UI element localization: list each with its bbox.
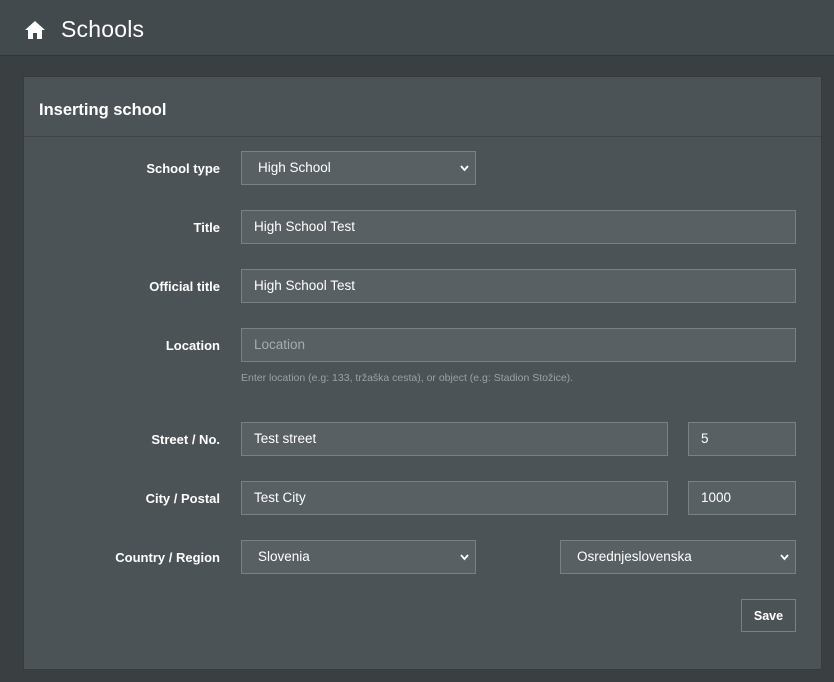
location-label: Location — [165, 338, 220, 353]
page-title: Schools — [61, 16, 145, 42]
insert-school-panel: Inserting school School type High School… — [23, 76, 822, 670]
country-label: Country / Region — [115, 550, 220, 565]
chevron-down-icon — [460, 165, 469, 172]
title-label: Title — [193, 220, 221, 235]
title-input[interactable]: High School Test — [241, 210, 796, 244]
location-help-text: Enter location (e.g: 133, tržaška cesta)… — [241, 372, 574, 384]
save-button[interactable]: Save — [741, 599, 796, 632]
panel-header: Inserting school — [24, 77, 821, 137]
country-value: Slovenia — [258, 549, 310, 564]
school-type-label: School type — [146, 161, 220, 176]
panel-title: Inserting school — [39, 101, 167, 119]
school-type-value: High School — [258, 160, 331, 175]
chevron-down-icon — [460, 554, 469, 561]
region-value: Osrednjeslovenska — [577, 549, 692, 564]
top-bar: Schools — [0, 0, 834, 56]
location-input[interactable]: Location — [241, 328, 796, 362]
street-input[interactable]: Test street — [241, 422, 668, 456]
street-label: Street / No. — [151, 432, 220, 447]
official-title-input[interactable]: High School Test — [241, 269, 796, 303]
official-title-label: Official title — [149, 279, 220, 294]
city-label: City / Postal — [145, 491, 220, 506]
school-type-select[interactable]: High School — [241, 151, 476, 185]
postal-input[interactable]: 1000 — [688, 481, 796, 515]
street-number-input[interactable]: 5 — [688, 422, 796, 456]
home-icon[interactable] — [24, 20, 46, 40]
chevron-down-icon — [780, 554, 789, 561]
country-select[interactable]: Slovenia — [241, 540, 476, 574]
region-select[interactable]: Osrednjeslovenska — [560, 540, 796, 574]
city-input[interactable]: Test City — [241, 481, 668, 515]
